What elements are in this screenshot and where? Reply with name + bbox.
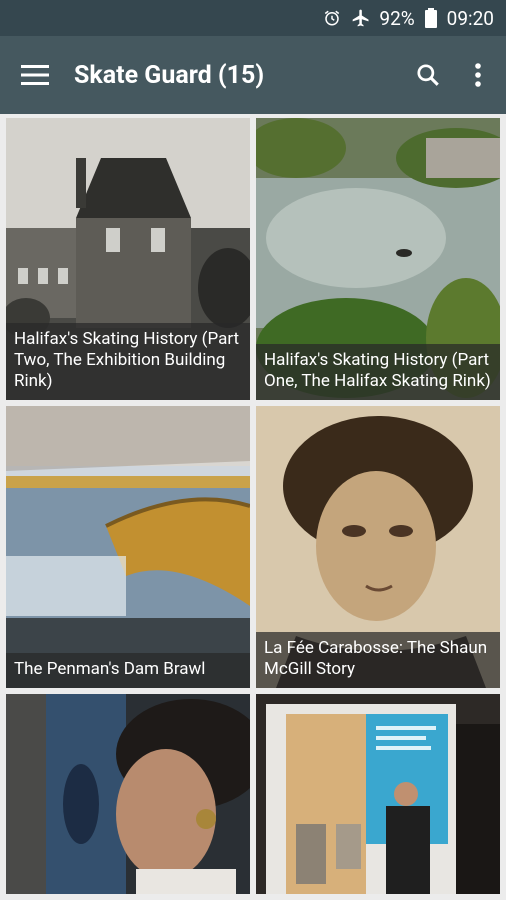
post-tile[interactable]: La Fée Carabosse: The Shaun McGill Story (256, 406, 500, 688)
profile-photo (6, 694, 250, 894)
post-grid: Halifax's Skating History (Part Two, The… (6, 118, 500, 894)
search-icon (417, 64, 439, 86)
clock: 09:20 (446, 6, 494, 30)
battery-icon (424, 8, 437, 28)
dam-photo (6, 406, 250, 688)
post-tile[interactable]: Halifax's Skating History (Part Two, The… (6, 118, 250, 400)
post-title: La Fée Carabosse: The Shaun McGill Story (256, 632, 500, 688)
search-button[interactable] (406, 62, 450, 88)
overflow-menu-button[interactable] (450, 62, 506, 88)
menu-button[interactable] (0, 64, 70, 86)
alarm-icon (323, 9, 341, 27)
post-tile[interactable]: The Penman's Dam Brawl (6, 406, 250, 688)
post-title: The Penman's Dam Brawl (6, 653, 250, 688)
post-tile[interactable]: Halifax's Skating History (Part One, The… (256, 118, 500, 400)
page-title: Skate Guard (15) (74, 60, 265, 90)
airplane-mode-icon (351, 8, 371, 28)
battery-percent: 92% (379, 6, 415, 30)
exhibit-photo (256, 694, 500, 894)
more-vert-icon (475, 63, 481, 87)
post-tile[interactable] (6, 694, 250, 894)
hamburger-menu-icon (21, 65, 49, 85)
app-bar: Skate Guard (15) (0, 36, 506, 114)
post-title: Halifax's Skating History (Part One, The… (256, 344, 500, 400)
status-bar: 92% 09:20 (0, 0, 506, 36)
post-tile[interactable] (256, 694, 500, 894)
post-title: Halifax's Skating History (Part Two, The… (6, 323, 250, 400)
